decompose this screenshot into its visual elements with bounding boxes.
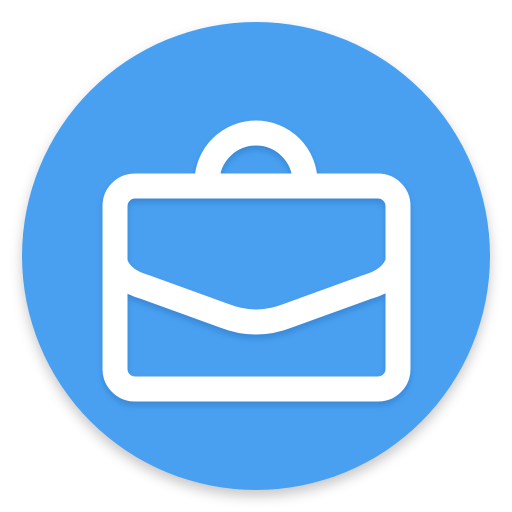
app-icon-graphic	[22, 22, 490, 490]
icon-background-circle	[22, 22, 490, 490]
app-icon[interactable]	[0, 0, 512, 512]
